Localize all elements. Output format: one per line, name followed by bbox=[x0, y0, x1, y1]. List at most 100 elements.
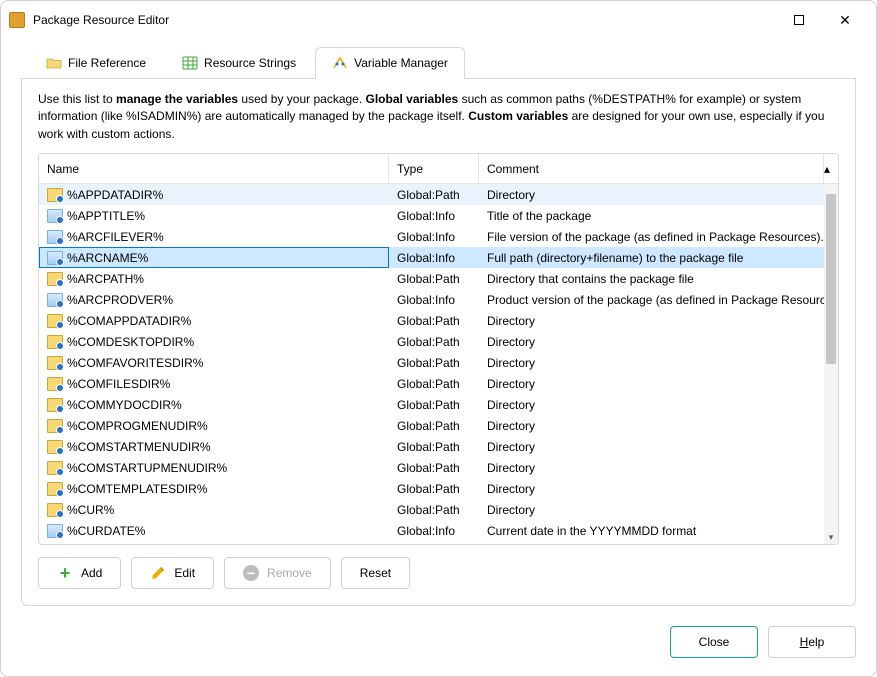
table-row[interactable]: %ARCPRODVER%Global:InfoProduct version o… bbox=[39, 289, 838, 310]
tab-panel-variable-manager: Use this list to manage the variables us… bbox=[21, 79, 856, 606]
cell-comment: Directory bbox=[479, 331, 824, 352]
table-row[interactable]: %CURDATETIME%Global:InfoContains the cur… bbox=[39, 541, 838, 544]
grid-icon bbox=[182, 56, 198, 70]
cell-name: %COMDESKTOPDIR% bbox=[39, 331, 389, 352]
button-label: Add bbox=[81, 566, 102, 580]
tab-variable-manager[interactable]: Variable Manager bbox=[315, 47, 465, 78]
cell-comment: Current date in the YYYYMMDD format bbox=[479, 520, 824, 541]
variable-name: %COMAPPDATADIR% bbox=[67, 314, 191, 328]
cell-name: %COMSTARTMENUDIR% bbox=[39, 436, 389, 457]
plus-icon: + bbox=[57, 565, 73, 581]
grid-body[interactable]: %APPDATADIR%Global:PathDirectory%APPTITL… bbox=[39, 184, 838, 544]
info-icon bbox=[47, 230, 63, 244]
scroll-arrow-up[interactable]: ▴ bbox=[824, 154, 838, 183]
cell-name: %APPTITLE% bbox=[39, 205, 389, 226]
table-row[interactable]: %APPTITLE%Global:InfoTitle of the packag… bbox=[39, 205, 838, 226]
column-header-comment[interactable]: Comment bbox=[479, 154, 824, 183]
cell-comment: Title of the package bbox=[479, 205, 824, 226]
column-header-type[interactable]: Type bbox=[389, 154, 479, 183]
dialog-window: Package Resource Editor ✕ File Reference… bbox=[0, 0, 877, 677]
variable-name: %CURDATE% bbox=[67, 524, 145, 538]
table-row[interactable]: %ARCFILEVER%Global:InfoFile version of t… bbox=[39, 226, 838, 247]
cell-type: Global:Info bbox=[389, 226, 479, 247]
cell-name: %COMTEMPLATESDIR% bbox=[39, 478, 389, 499]
title-bar[interactable]: Package Resource Editor ✕ bbox=[1, 1, 876, 39]
window-close-button[interactable]: ✕ bbox=[822, 5, 868, 35]
help-button[interactable]: Help bbox=[768, 626, 856, 658]
folder-icon bbox=[47, 440, 63, 454]
cell-name: %COMSTARTUPMENUDIR% bbox=[39, 457, 389, 478]
folder-icon bbox=[46, 56, 62, 70]
cell-comment: Product version of the package (as defin… bbox=[479, 289, 824, 310]
close-button[interactable]: Close bbox=[670, 626, 758, 658]
folder-icon bbox=[47, 503, 63, 517]
cell-type: Global:Path bbox=[389, 499, 479, 520]
cell-comment: Directory bbox=[479, 394, 824, 415]
cell-name: %ARCNAME% bbox=[39, 247, 389, 268]
reset-button[interactable]: Reset bbox=[341, 557, 410, 589]
column-header-name[interactable]: Name bbox=[39, 154, 389, 183]
variable-name: %COMSTARTMENUDIR% bbox=[67, 440, 211, 454]
tab-resource-strings[interactable]: Resource Strings bbox=[165, 47, 313, 78]
cell-type: Global:Path bbox=[389, 184, 479, 205]
table-row[interactable]: %COMMYDOCDIR%Global:PathDirectory bbox=[39, 394, 838, 415]
table-row[interactable]: %APPDATADIR%Global:PathDirectory bbox=[39, 184, 838, 205]
folder-icon bbox=[47, 482, 63, 496]
table-row[interactable]: %COMPROGMENUDIR%Global:PathDirectory bbox=[39, 415, 838, 436]
cell-name: %COMPROGMENUDIR% bbox=[39, 415, 389, 436]
cell-comment: Directory bbox=[479, 436, 824, 457]
variable-name: %COMDESKTOPDIR% bbox=[67, 335, 194, 349]
dialog-footer: Close Help bbox=[1, 622, 876, 676]
edit-button[interactable]: Edit bbox=[131, 557, 214, 589]
minus-icon: − bbox=[243, 565, 259, 581]
table-row[interactable]: %COMSTARTUPMENUDIR%Global:PathDirectory bbox=[39, 457, 838, 478]
tab-file-reference[interactable]: File Reference bbox=[29, 47, 163, 78]
folder-icon bbox=[47, 398, 63, 412]
table-row[interactable]: %COMTEMPLATESDIR%Global:PathDirectory bbox=[39, 478, 838, 499]
remove-button: − Remove bbox=[224, 557, 331, 589]
cell-type: Global:Path bbox=[389, 268, 479, 289]
cell-name: %ARCPRODVER% bbox=[39, 289, 389, 310]
variable-name: %APPDATADIR% bbox=[67, 188, 163, 202]
cell-name: %ARCFILEVER% bbox=[39, 226, 389, 247]
variable-name: %ARCNAME% bbox=[67, 251, 148, 265]
cell-comment: Full path (directory+filename) to the pa… bbox=[479, 247, 824, 268]
cell-comment: Directory bbox=[479, 457, 824, 478]
table-row[interactable]: %COMSTARTMENUDIR%Global:PathDirectory bbox=[39, 436, 838, 457]
cell-type: Global:Path bbox=[389, 310, 479, 331]
button-label: Close bbox=[699, 635, 730, 649]
tab-label: Variable Manager bbox=[354, 56, 448, 70]
table-row[interactable]: %COMDESKTOPDIR% Global:PathDirectory bbox=[39, 331, 838, 352]
table-row[interactable]: %CUR%Global:PathDirectory bbox=[39, 499, 838, 520]
description-text: Use this list to manage the variables us… bbox=[38, 91, 839, 143]
table-row[interactable]: %ARCPATH%Global:PathDirectory that conta… bbox=[39, 268, 838, 289]
cell-name: %CUR% bbox=[39, 499, 389, 520]
scrollbar[interactable]: ▾ bbox=[824, 184, 838, 544]
maximize-button[interactable] bbox=[776, 5, 822, 35]
scrollbar-thumb[interactable] bbox=[826, 194, 836, 364]
button-label: Reset bbox=[360, 566, 391, 580]
cell-comment: Directory bbox=[479, 310, 824, 331]
cell-comment: Contains the current date/time in the fo… bbox=[479, 541, 824, 544]
scroll-arrow-down[interactable]: ▾ bbox=[824, 530, 838, 544]
table-row[interactable]: %CURDATE%Global:InfoCurrent date in the … bbox=[39, 520, 838, 541]
folder-icon bbox=[47, 272, 63, 286]
table-row[interactable]: %COMFAVORITESDIR%Global:PathDirectory bbox=[39, 352, 838, 373]
folder-icon bbox=[47, 335, 63, 349]
app-icon bbox=[9, 12, 25, 28]
variable-name: %APPTITLE% bbox=[67, 209, 145, 223]
tab-bar: File Reference Resource Strings Variable… bbox=[21, 47, 856, 79]
cell-type: Global:Path bbox=[389, 331, 479, 352]
add-button[interactable]: + Add bbox=[38, 557, 121, 589]
cell-type: Global:Path bbox=[389, 457, 479, 478]
variable-icon bbox=[332, 56, 348, 70]
cell-comment: Directory bbox=[479, 478, 824, 499]
variable-name: %ARCPATH% bbox=[67, 272, 144, 286]
table-row[interactable]: %COMAPPDATADIR% Global:PathDirectory bbox=[39, 310, 838, 331]
folder-icon bbox=[47, 461, 63, 475]
cell-name: %CURDATE% bbox=[39, 520, 389, 541]
close-icon: ✕ bbox=[839, 12, 851, 29]
cell-type: Global:Path bbox=[389, 478, 479, 499]
table-row[interactable]: %ARCNAME%Global:InfoFull path (directory… bbox=[39, 247, 838, 268]
table-row[interactable]: %COMFILESDIR%Global:PathDirectory bbox=[39, 373, 838, 394]
